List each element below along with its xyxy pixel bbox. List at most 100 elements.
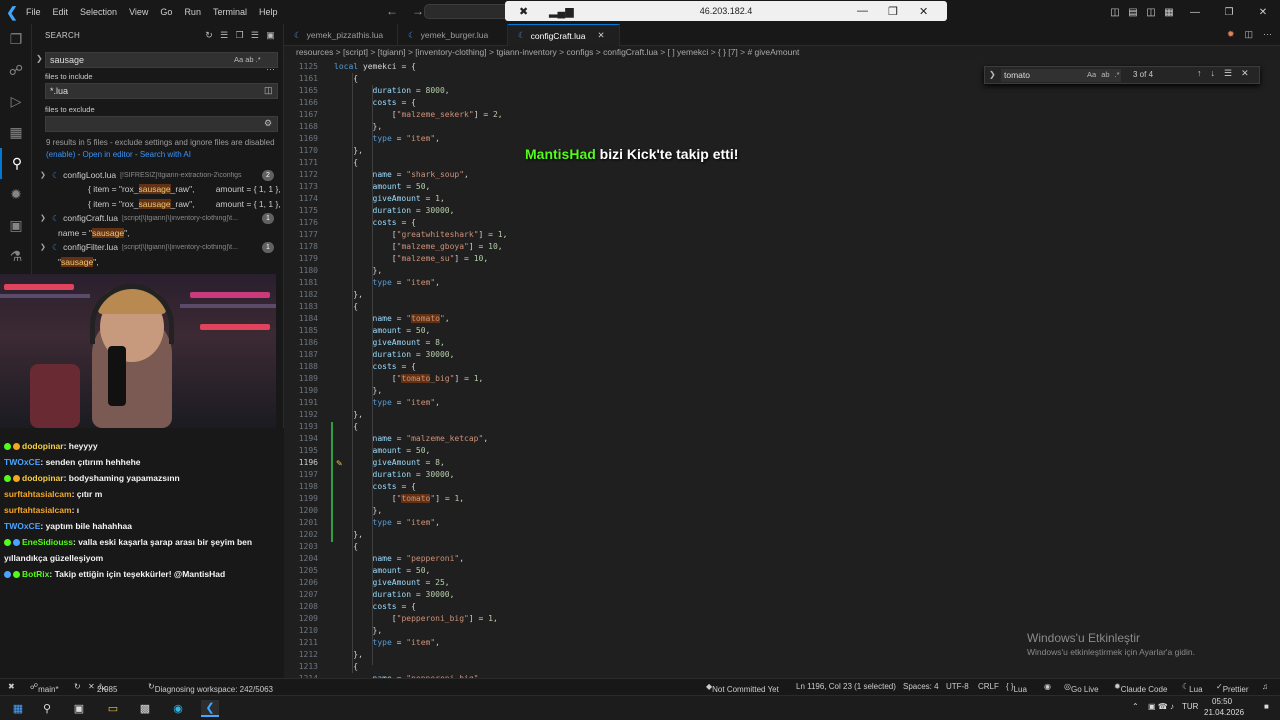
problems-status[interactable]: ✕ 2K ⚠ 985 [88,682,117,694]
code-line[interactable]: giveAmount = 1, [334,194,445,203]
code-line[interactable]: }, [334,626,383,635]
code-line[interactable]: }, [334,386,383,395]
files-include-input[interactable]: *.lua [45,83,278,99]
find-options-icon[interactable]: Aa ab .* [1087,70,1120,79]
minimize-remote-icon[interactable]: — [857,5,868,17]
code-line[interactable]: ["malzeme_sekerk"] = 2, [334,110,503,119]
notifications-bell-icon[interactable]: ♫ [1262,682,1268,691]
go-live-button[interactable]: ◎ Go Live [1064,682,1099,694]
window-close-icon[interactable]: ✕ [1246,7,1280,18]
cursor-position[interactable]: Ln 1196, Col 23 (1 selected) [796,682,896,691]
code-line[interactable]: amount = 50, [334,182,431,191]
lua-status[interactable]: ☾ Lua [1182,682,1203,694]
match-line[interactable]: name = "sausage", [58,226,258,240]
source-control-icon[interactable]: ☍ [0,55,32,86]
copilot-sparkle-icon[interactable]: ✹ [1227,29,1235,40]
new-search-editor-icon[interactable]: ❐ [235,30,243,41]
code-line[interactable]: amount = 50, [334,566,431,575]
claude-code-button[interactable]: ✹ Claude Code [1114,682,1167,694]
sync-icon[interactable]: ↻ [74,682,81,691]
code-line[interactable]: }, [334,122,383,131]
extensions-icon[interactable]: ▦ [0,117,32,148]
code-editor[interactable]: 1125 local yemekci = {1161 {1165 duration… [284,61,1280,678]
back-arrow-icon[interactable]: ← [386,4,398,18]
forward-arrow-icon[interactable]: → [412,4,424,18]
terminal-app-icon[interactable]: ▩ [136,700,154,717]
more-actions-icon[interactable]: ··· [1263,29,1272,40]
eol-status[interactable]: CRLF [978,682,999,691]
code-line[interactable]: costs = { [334,362,416,371]
code-line[interactable]: ["malzeme_gboya"] = 10, [334,242,503,251]
clock-date[interactable]: 21.04.2026 [1204,708,1244,717]
next-match-icon[interactable]: ↓ [1211,68,1216,79]
explorer-icon[interactable]: ❐ [0,24,32,55]
code-line[interactable]: { [334,422,358,431]
code-line[interactable]: type = "item", [334,398,440,407]
result-file[interactable]: ❯ ☾ configLoot.lua [!SIFRESIZ]\tgiann-ex… [40,168,280,182]
menu-run[interactable]: Run [184,7,201,17]
code-line[interactable]: name = "pepperoni", [334,554,465,563]
prettier-status[interactable]: ✓ Prettier [1216,682,1249,694]
code-line[interactable]: amount = 50, [334,326,431,335]
refresh-icon[interactable]: ↻ [205,30,213,41]
task-view-icon[interactable]: ▣ [70,700,88,717]
match-line[interactable]: { item = "rox_sausage_raw", amount = { 1… [88,197,288,211]
result-file[interactable]: ❯ ☾ configCraft.lua [script]\[tgiann]\[i… [40,211,280,225]
code-line[interactable]: }, [334,290,363,299]
search-icon[interactable]: ⚲ [0,148,32,179]
run-debug-icon[interactable]: ▷ [0,86,32,117]
notification-icon[interactable]: ■ [1264,702,1269,711]
copilot-status-icon[interactable]: ◉ [1044,682,1051,691]
clear-results-icon[interactable]: ☰ [220,30,228,41]
command-center-search[interactable] [424,4,514,19]
code-line[interactable]: }, [334,410,363,419]
remote-explorer-icon[interactable]: ▣ [0,210,32,241]
more-options-icon[interactable]: ··· [266,64,275,74]
copilot-icon[interactable]: ✹ [0,179,32,210]
code-line[interactable]: amount = 50, [334,446,431,455]
find-in-selection-icon[interactable]: ☰ [1224,68,1232,79]
code-line[interactable]: }, [334,506,383,515]
code-line[interactable]: costs = { [334,602,416,611]
tray-chevron-icon[interactable]: ⌃ [1132,702,1139,711]
code-line[interactable]: type = "item", [334,134,440,143]
code-line[interactable]: ["greatwhiteshark"] = 1, [334,230,508,239]
close-remote-icon[interactable]: ✕ [919,5,928,18]
tray-apps-icons[interactable]: ▣ ☎ ♪ [1148,702,1174,711]
code-line[interactable]: type = "item", [334,278,440,287]
code-line[interactable]: giveAmount = 8, [334,458,445,467]
lightbulb-icon[interactable]: ✎ [336,459,343,468]
match-line[interactable]: { item = "rox_sausage_raw", amount = { 1… [88,182,288,196]
code-line[interactable]: name = "malzeme_ketcap", [334,434,489,443]
code-line[interactable]: { [334,158,358,167]
exclude-settings-icon[interactable]: ⚙ [264,118,272,129]
testing-icon[interactable]: ⚗ [0,241,32,272]
menu-go[interactable]: Go [160,7,172,17]
code-line[interactable]: costs = { [334,482,416,491]
code-line[interactable]: type = "item", [334,518,440,527]
toggle-replace-chevron-icon[interactable]: ❯ [36,54,43,63]
breadcrumb[interactable]: resources > [script] > [tgiann] > [inven… [296,47,799,61]
menu-help[interactable]: Help [259,7,278,17]
code-line[interactable]: { [334,74,358,83]
language-mode[interactable]: { } Lua [1006,682,1027,694]
restore-remote-icon[interactable]: ❐ [888,5,898,18]
result-file[interactable]: ❯ ☾ configFilter.lua [script]\[tgiann]\[… [40,240,280,254]
toggle-panel-icon[interactable]: ▤ [1124,7,1142,18]
window-restore-icon[interactable]: ❐ [1212,7,1246,18]
code-line[interactable]: ["tomato"] = 1, [334,494,464,503]
match-line[interactable]: "sausage", [58,255,258,269]
code-line[interactable]: }, [334,650,363,659]
search-with-ai-link[interactable]: Search with AI [140,150,191,159]
indentation-status[interactable]: Spaces: 4 [903,682,939,691]
code-line[interactable]: name = "shark_soup", [334,170,469,179]
code-line[interactable]: costs = { [334,218,416,227]
file-explorer-icon[interactable]: ▭ [104,700,122,717]
tab-yemek-burger[interactable]: ☾ yemek_burger.lua [398,24,508,46]
menu-edit[interactable]: Edit [53,7,69,17]
code-line[interactable]: { [334,662,358,671]
close-tab-icon[interactable]: ✕ [597,30,604,41]
code-line[interactable]: costs = { [334,98,416,107]
files-exclude-input[interactable] [45,116,278,132]
encoding-status[interactable]: UTF-8 [946,682,969,691]
